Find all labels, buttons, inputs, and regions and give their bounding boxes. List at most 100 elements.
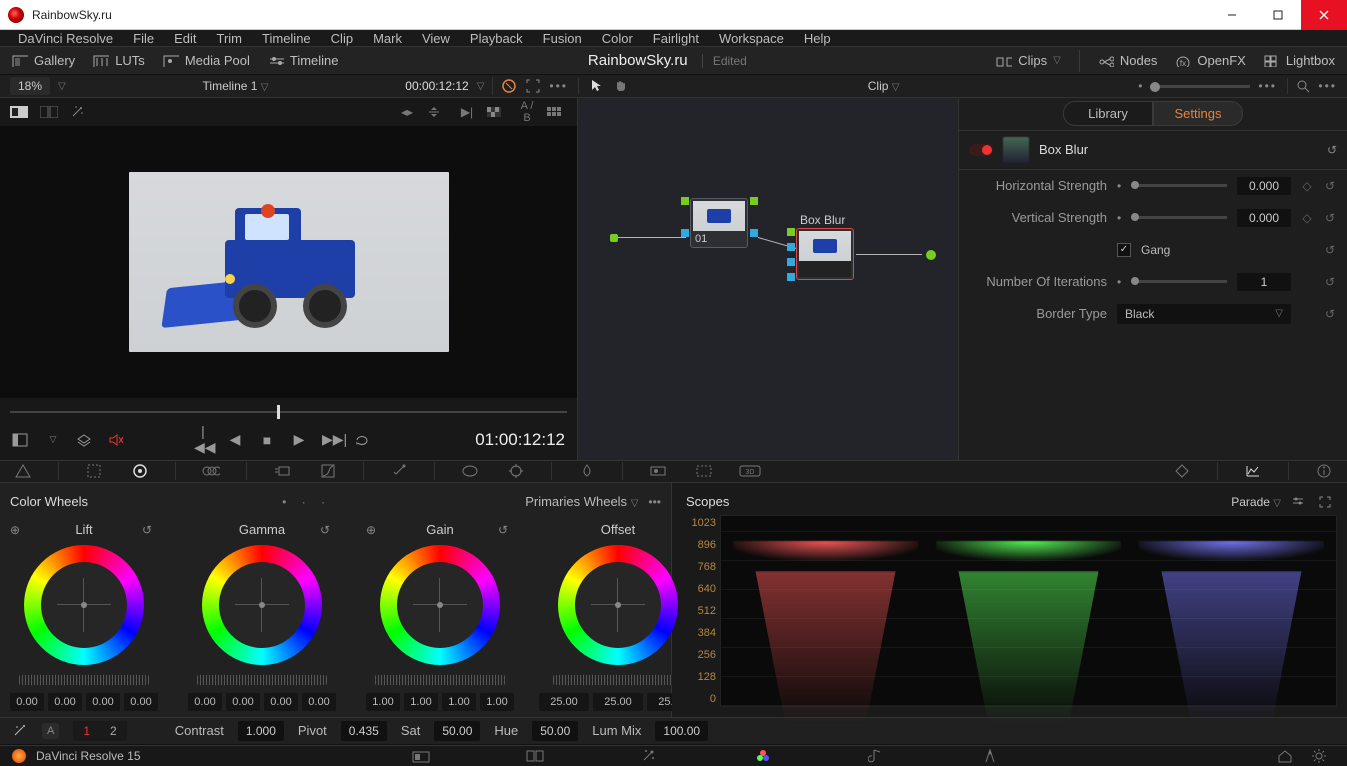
offset-val-0[interactable]: 25.00 [539, 693, 589, 711]
node-handle-green[interactable] [681, 197, 689, 205]
more-menu-icon[interactable]: ••• [1258, 79, 1277, 93]
more-menu-icon[interactable]: ••• [1318, 79, 1337, 93]
layers-icon[interactable] [76, 433, 94, 447]
window-maximize-button[interactable] [1255, 0, 1301, 30]
hand-tool-icon[interactable] [613, 78, 629, 94]
node-handle-blue[interactable] [787, 258, 795, 266]
preview-area[interactable] [0, 126, 577, 398]
node-handle-blue[interactable] [787, 243, 795, 251]
primaries-mode-dropdown[interactable]: Primaries Wheels ▽ [525, 494, 638, 509]
node-handle-green[interactable] [787, 228, 795, 236]
menu-davinci[interactable]: DaVinci Resolve [8, 31, 123, 46]
key-icon[interactable] [647, 462, 669, 480]
gamma-color-wheel[interactable] [202, 545, 322, 665]
menu-view[interactable]: View [412, 31, 460, 46]
dual-viewer-icon[interactable] [40, 106, 60, 118]
chevron-down-icon[interactable]: ▽ [477, 81, 485, 92]
motion-effects-icon[interactable] [271, 462, 293, 480]
reset-icon[interactable]: ↺ [1323, 179, 1337, 193]
tracker-icon[interactable] [505, 462, 527, 480]
auto-balance-icon[interactable] [12, 724, 28, 738]
qualifier-icon[interactable] [388, 462, 410, 480]
split-vert-icon[interactable] [427, 105, 447, 119]
split-horiz-icon[interactable]: ◂▸ [397, 105, 417, 119]
info-icon[interactable] [1313, 462, 1335, 480]
hue-value[interactable]: 50.00 [532, 721, 578, 741]
graph-input-port[interactable] [610, 234, 618, 242]
curves-icon[interactable] [317, 462, 339, 480]
page-dots[interactable]: • · · [88, 495, 525, 509]
grid-view-icon[interactable] [547, 107, 567, 117]
gain-val-0[interactable]: 1.00 [366, 693, 400, 711]
scopes-icon[interactable] [1242, 462, 1264, 480]
page-deliver-icon[interactable] [982, 748, 1006, 764]
picker-icon[interactable]: ⊕ [366, 523, 382, 537]
more-menu-icon[interactable]: ••• [549, 79, 568, 93]
param-slider[interactable] [1131, 216, 1227, 219]
timeline-title[interactable]: Timeline 1 ▽ [74, 79, 398, 93]
offset-color-wheel[interactable] [558, 545, 678, 665]
mute-icon[interactable] [108, 433, 126, 447]
node-handle-blue[interactable] [787, 273, 795, 281]
clips-dropdown[interactable]: Clips ▽ [996, 53, 1061, 68]
image-wipe-icon[interactable] [501, 78, 517, 94]
single-viewer-icon[interactable] [10, 106, 30, 118]
menu-help[interactable]: Help [794, 31, 841, 46]
page-fusion-icon[interactable] [640, 748, 664, 764]
reset-icon[interactable]: ↺ [320, 523, 336, 537]
tab-settings[interactable]: Settings [1153, 101, 1243, 126]
keyframes-icon[interactable] [1171, 462, 1193, 480]
ab-compare-button[interactable]: A / B [517, 100, 537, 124]
pivot-value[interactable]: 0.435 [341, 721, 387, 741]
mark-in-icon[interactable] [12, 433, 30, 447]
menu-trim[interactable]: Trim [207, 31, 253, 46]
gain-val-1[interactable]: 1.00 [404, 693, 438, 711]
go-start-icon[interactable]: |◀◀ [194, 423, 212, 456]
blur-icon[interactable] [576, 462, 598, 480]
color-match-icon[interactable] [83, 462, 105, 480]
scopes-mode-dropdown[interactable]: Parade ▽ [1231, 495, 1281, 509]
menu-fairlight[interactable]: Fairlight [643, 31, 709, 46]
rgb-mixer-icon[interactable] [200, 462, 222, 480]
window-minimize-button[interactable] [1209, 0, 1255, 30]
border-type-select[interactable]: Black ▽ [1117, 304, 1291, 324]
menu-mark[interactable]: Mark [363, 31, 412, 46]
record-timecode[interactable]: 00:00:12:12 [405, 79, 468, 93]
node-graph-pane[interactable]: 01 Box Blur [578, 98, 959, 460]
tab-library[interactable]: Library [1063, 101, 1153, 126]
gain-val-3[interactable]: 1.00 [480, 693, 514, 711]
gamma-val-3[interactable]: 0.00 [302, 693, 336, 711]
parade-scope[interactable] [720, 515, 1337, 707]
menu-playback[interactable]: Playback [460, 31, 533, 46]
media-pool-button[interactable]: Media Pool [163, 53, 250, 68]
menu-timeline[interactable]: Timeline [252, 31, 321, 46]
lift-val-1[interactable]: 0.00 [48, 693, 82, 711]
gamma-jog[interactable] [197, 675, 327, 685]
node-handle-blue[interactable] [681, 229, 689, 237]
reset-icon[interactable]: ↺ [1323, 211, 1337, 225]
gamma-val-0[interactable]: 0.00 [188, 693, 222, 711]
playhead-icon[interactable] [277, 405, 280, 419]
keyframe-icon[interactable]: ◇ [1301, 179, 1313, 193]
stop-icon[interactable]: ■ [258, 432, 276, 448]
param-value[interactable]: 0.000 [1237, 177, 1291, 195]
effect-enable-toggle[interactable] [969, 144, 993, 156]
chevron-down-icon[interactable]: ▽ [44, 434, 62, 445]
lummix-value[interactable]: 100.00 [655, 721, 708, 741]
camera-raw-icon[interactable] [12, 462, 34, 480]
param-value[interactable]: 0.000 [1237, 209, 1291, 227]
lift-val-2[interactable]: 0.00 [86, 693, 120, 711]
gain-jog[interactable] [375, 675, 505, 685]
graph-output-port[interactable] [926, 250, 936, 260]
menu-clip[interactable]: Clip [321, 31, 363, 46]
page-color-icon[interactable] [754, 747, 778, 765]
gain-val-2[interactable]: 1.00 [442, 693, 476, 711]
more-menu-icon[interactable]: ••• [648, 495, 661, 509]
checkerboard-icon[interactable] [487, 107, 507, 117]
keyframe-icon[interactable]: ◇ [1301, 211, 1313, 225]
gang-checkbox[interactable]: ✓ [1117, 243, 1131, 257]
color-wheels-icon[interactable] [129, 462, 151, 480]
fullscreen-icon[interactable] [525, 78, 541, 94]
param-slider[interactable] [1131, 280, 1227, 283]
home-icon[interactable] [1277, 749, 1301, 763]
